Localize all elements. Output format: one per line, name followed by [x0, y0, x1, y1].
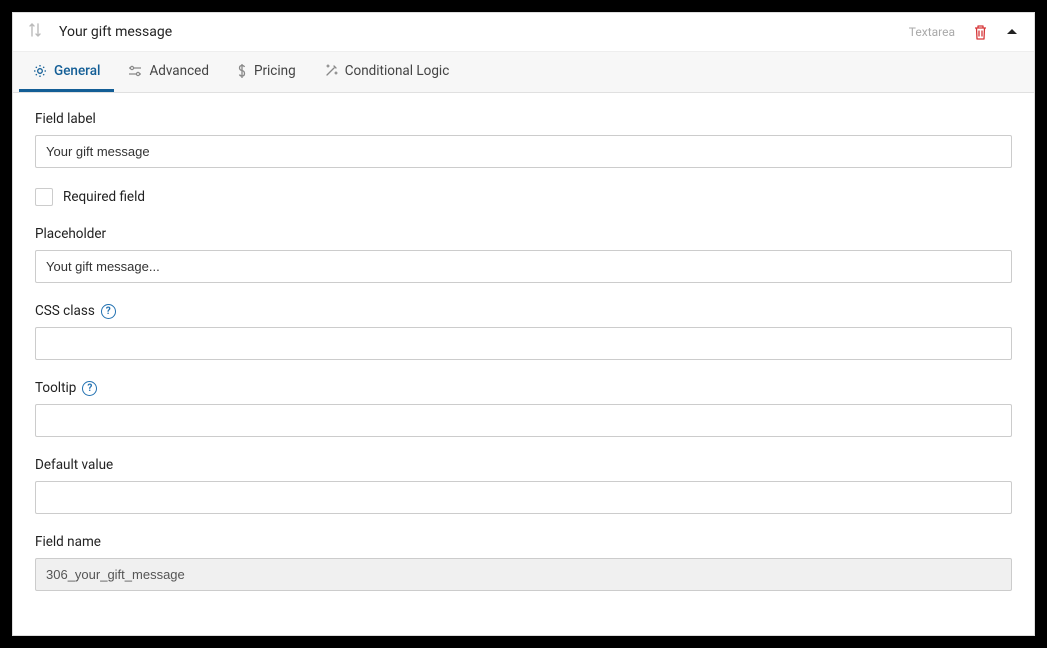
default-value-group: Default value	[35, 457, 1012, 514]
tab-pricing[interactable]: Pricing	[223, 52, 310, 92]
default-value-label: Default value	[35, 457, 1012, 473]
delete-button[interactable]	[973, 24, 988, 40]
css-class-label: CSS class	[35, 303, 95, 319]
tab-label: Conditional Logic	[345, 63, 450, 79]
required-checkbox[interactable]	[35, 188, 53, 206]
css-class-group: CSS class ?	[35, 303, 1012, 360]
field-editor-panel: Your gift message Textarea General Advan…	[12, 12, 1035, 636]
placeholder-input[interactable]	[35, 250, 1012, 283]
tab-label: Advanced	[149, 63, 209, 79]
required-field-row: Required field	[35, 188, 1012, 206]
tooltip-group: Tooltip ?	[35, 380, 1012, 437]
field-name-label: Field name	[35, 534, 1012, 550]
default-value-input[interactable]	[35, 481, 1012, 514]
panel-header: Your gift message Textarea	[13, 13, 1034, 52]
drag-handle-icon[interactable]	[29, 23, 41, 41]
css-class-input[interactable]	[35, 327, 1012, 360]
placeholder-group: Placeholder	[35, 226, 1012, 283]
field-label-group: Field label	[35, 111, 1012, 168]
tab-label: General	[54, 63, 100, 79]
dollar-icon	[237, 64, 247, 78]
field-name-group: Field name	[35, 534, 1012, 591]
tab-bar: General Advanced Pricing Conditional Log…	[13, 52, 1034, 93]
collapse-button[interactable]	[1006, 28, 1018, 36]
placeholder-label: Placeholder	[35, 226, 1012, 242]
sliders-icon	[128, 64, 142, 78]
required-label: Required field	[63, 189, 145, 205]
help-icon[interactable]: ?	[82, 381, 97, 396]
field-label-input[interactable]	[35, 135, 1012, 168]
panel-title: Your gift message	[59, 24, 909, 40]
gear-icon	[33, 64, 47, 78]
field-name-input	[35, 558, 1012, 591]
tooltip-input[interactable]	[35, 404, 1012, 437]
tab-general[interactable]: General	[19, 52, 114, 92]
tab-label: Pricing	[254, 63, 296, 79]
help-icon[interactable]: ?	[101, 304, 116, 319]
field-type-label: Textarea	[909, 25, 955, 39]
field-label-label: Field label	[35, 111, 1012, 127]
tooltip-label: Tooltip	[35, 380, 76, 396]
form-content: Field label Required field Placeholder C…	[13, 93, 1034, 629]
chevron-up-icon	[1006, 28, 1018, 36]
wand-icon	[324, 64, 338, 78]
tab-advanced[interactable]: Advanced	[114, 52, 223, 92]
tab-conditional-logic[interactable]: Conditional Logic	[310, 52, 464, 92]
trash-icon	[973, 24, 988, 40]
